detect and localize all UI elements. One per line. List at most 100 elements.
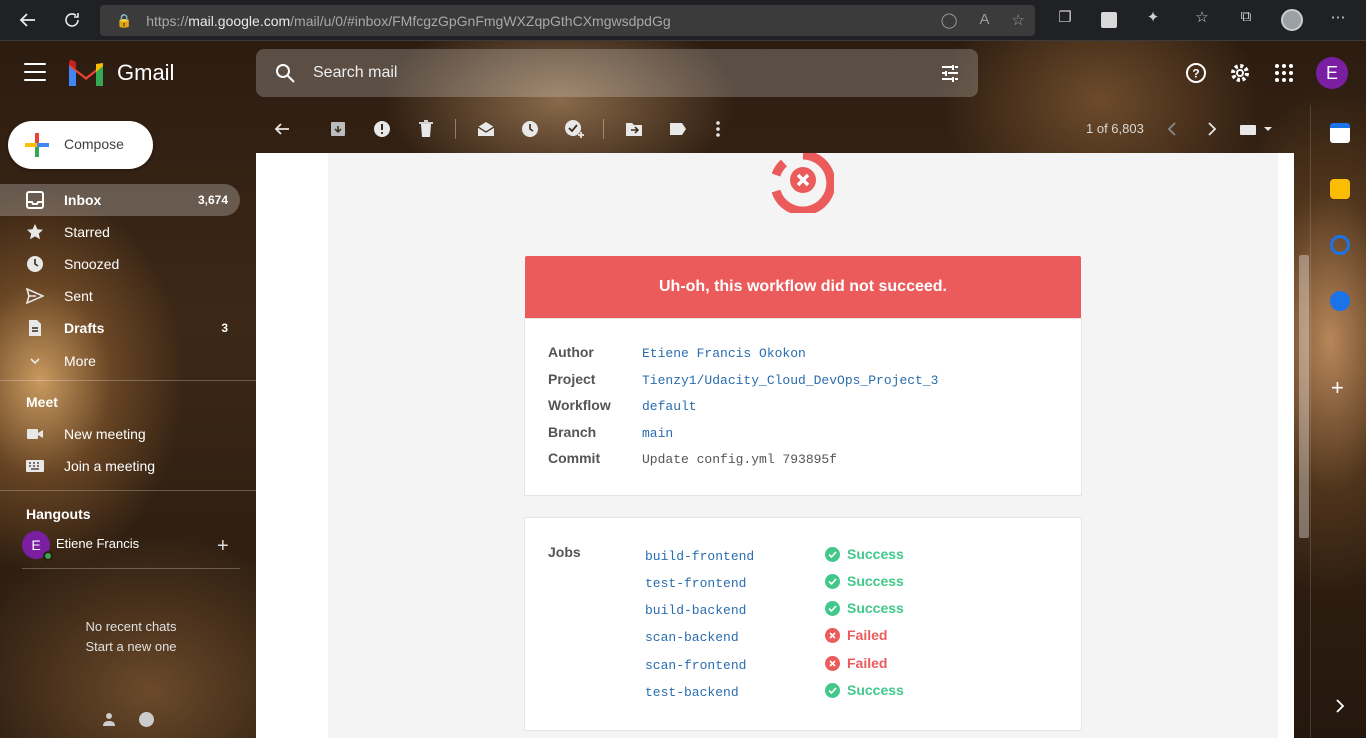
address-bar[interactable]: 🔒 https://mail.google.com/mail/u/0/#inbo… bbox=[100, 5, 1035, 36]
search-options-icon[interactable] bbox=[940, 63, 960, 83]
start-new-chat-link[interactable]: Start a new one bbox=[0, 639, 262, 654]
search-bar[interactable]: Search mail bbox=[256, 49, 978, 97]
detail-key: Workflow bbox=[548, 397, 611, 413]
tasks-icon[interactable] bbox=[1330, 235, 1350, 255]
label-tag-icon[interactable] bbox=[668, 119, 688, 139]
job-row: build-backend Success bbox=[645, 600, 1065, 620]
sidebar-item-sent[interactable]: Sent bbox=[0, 280, 240, 312]
more-options-icon[interactable]: ⋯ bbox=[1326, 8, 1350, 26]
jobs-card: Jobs build-frontend Success test-fronten… bbox=[524, 517, 1082, 731]
url-host: mail.google.com bbox=[188, 12, 291, 29]
job-status-label: Success bbox=[847, 682, 904, 698]
sidebar-item-more[interactable]: More bbox=[0, 345, 240, 377]
apps-grid-icon[interactable] bbox=[1272, 61, 1296, 85]
sidebar-item-label: Sent bbox=[64, 288, 93, 304]
help-icon[interactable]: ? bbox=[1184, 61, 1208, 85]
project-link[interactable]: Tienzy1/Udacity_Cloud_DevOps_Project_3 bbox=[642, 373, 938, 388]
sidebar-divider bbox=[0, 380, 256, 381]
new-meeting-button[interactable]: New meeting bbox=[0, 418, 240, 450]
sidebar-item-inbox[interactable]: Inbox 3,674 bbox=[0, 184, 240, 216]
hangouts-user[interactable]: E Etiene Francis + bbox=[22, 531, 252, 561]
archive-icon[interactable] bbox=[328, 119, 348, 139]
read-aloud-icon[interactable]: A bbox=[980, 11, 990, 29]
back-arrow-icon[interactable] bbox=[11, 3, 45, 37]
workflow-link[interactable]: default bbox=[642, 399, 697, 414]
meet-item-label: Join a meeting bbox=[64, 458, 156, 474]
contacts-icon[interactable] bbox=[1330, 291, 1350, 311]
job-status: Failed bbox=[825, 655, 887, 671]
report-spam-icon[interactable] bbox=[372, 119, 392, 139]
add-favorite-icon[interactable]: ☆ bbox=[1012, 11, 1025, 29]
mark-unread-icon[interactable] bbox=[476, 119, 496, 139]
newer-chevron-left-icon[interactable] bbox=[1162, 119, 1182, 139]
move-to-icon[interactable] bbox=[624, 119, 644, 139]
sidebar-item-drafts[interactable]: Drafts 3 bbox=[0, 312, 240, 344]
workflow-details-card: Author Etiene Francis Okokon Project Tie… bbox=[524, 318, 1082, 496]
browser-profile-icon[interactable] bbox=[1281, 9, 1303, 31]
job-name-link[interactable]: build-frontend bbox=[645, 549, 754, 564]
hangouts-section-title: Hangouts bbox=[26, 506, 91, 522]
job-status-label: Failed bbox=[847, 655, 888, 671]
job-name-link[interactable]: build-backend bbox=[645, 603, 746, 618]
job-status-label: Success bbox=[847, 600, 904, 616]
hangouts-chat-icon[interactable] bbox=[139, 712, 154, 727]
extension-icon[interactable] bbox=[1101, 12, 1117, 28]
input-tools-keyboard-icon[interactable] bbox=[1240, 119, 1274, 139]
job-name-link[interactable]: test-backend bbox=[645, 685, 739, 700]
keep-icon[interactable] bbox=[1330, 179, 1350, 199]
clock-icon bbox=[27, 256, 43, 272]
more-vert-icon[interactable] bbox=[708, 119, 728, 139]
sidebar-item-snoozed[interactable]: Snoozed bbox=[0, 248, 240, 280]
collections-icon[interactable]: ❐ bbox=[1053, 8, 1077, 26]
get-addons-plus-icon[interactable]: + bbox=[1331, 375, 1344, 401]
search-input[interactable]: Search mail bbox=[313, 64, 397, 82]
sidebar-item-label: Starred bbox=[64, 224, 110, 240]
puzzle-extensions-icon[interactable]: ✦ bbox=[1141, 8, 1165, 26]
show-side-panel-chevron-icon[interactable] bbox=[1335, 699, 1347, 713]
main-menu-icon[interactable] bbox=[24, 63, 46, 81]
join-meeting-button[interactable]: Join a meeting bbox=[0, 450, 240, 482]
send-icon bbox=[26, 287, 44, 305]
calendar-icon[interactable] bbox=[1330, 123, 1350, 143]
job-name-link[interactable]: scan-frontend bbox=[645, 658, 746, 673]
refresh-icon[interactable] bbox=[55, 3, 89, 37]
settings-gear-icon[interactable] bbox=[1228, 61, 1252, 85]
gmail-logo-icon[interactable] bbox=[67, 58, 105, 88]
success-status-icon bbox=[825, 682, 840, 698]
contacts-person-icon[interactable] bbox=[102, 712, 116, 726]
failed-status-icon bbox=[825, 627, 840, 643]
email-body: Uh-oh, this workflow did not succeed. Au… bbox=[328, 153, 1278, 738]
job-row: test-frontend Success bbox=[645, 573, 1065, 593]
account-avatar[interactable]: E bbox=[1316, 57, 1348, 89]
no-recent-chats-text: No recent chats bbox=[85, 619, 177, 634]
job-name-link[interactable]: test-frontend bbox=[645, 576, 746, 591]
browser-toolbar: 🔒 https://mail.google.com/mail/u/0/#inbo… bbox=[0, 0, 1366, 41]
job-status-label: Success bbox=[847, 546, 904, 562]
favorites-icon[interactable]: ☆ bbox=[1190, 8, 1214, 26]
chevron-down-icon bbox=[30, 358, 40, 365]
message-panel: Uh-oh, this workflow did not succeed. Au… bbox=[256, 153, 1294, 738]
star-icon bbox=[27, 224, 43, 240]
message-scrollbar[interactable] bbox=[1299, 255, 1309, 538]
circleci-failed-logo-icon bbox=[772, 153, 834, 213]
job-status: Success bbox=[825, 546, 904, 562]
tab-collections-icon[interactable]: ⧉ bbox=[1234, 8, 1258, 25]
hangouts-divider bbox=[22, 568, 240, 569]
add-to-tasks-icon[interactable] bbox=[564, 119, 584, 139]
search-icon[interactable] bbox=[274, 62, 296, 84]
delete-trash-icon[interactable] bbox=[416, 119, 436, 139]
success-status-icon bbox=[825, 573, 840, 589]
compose-button[interactable]: Compose bbox=[8, 121, 153, 169]
branch-link[interactable]: main bbox=[642, 426, 673, 441]
video-camera-icon bbox=[27, 429, 43, 439]
toolbar-separator bbox=[455, 119, 456, 139]
add-chat-plus-icon[interactable]: + bbox=[217, 535, 229, 558]
reader-mode-icon[interactable]: ◯ bbox=[941, 11, 958, 29]
back-to-inbox-icon[interactable] bbox=[272, 119, 292, 139]
job-name-link[interactable]: scan-backend bbox=[645, 630, 739, 645]
lock-icon: 🔒 bbox=[116, 12, 133, 28]
author-link[interactable]: Etiene Francis Okokon bbox=[642, 346, 806, 361]
sidebar-item-starred[interactable]: Starred bbox=[0, 216, 240, 248]
older-chevron-right-icon[interactable] bbox=[1202, 119, 1222, 139]
snooze-clock-icon[interactable] bbox=[520, 119, 540, 139]
